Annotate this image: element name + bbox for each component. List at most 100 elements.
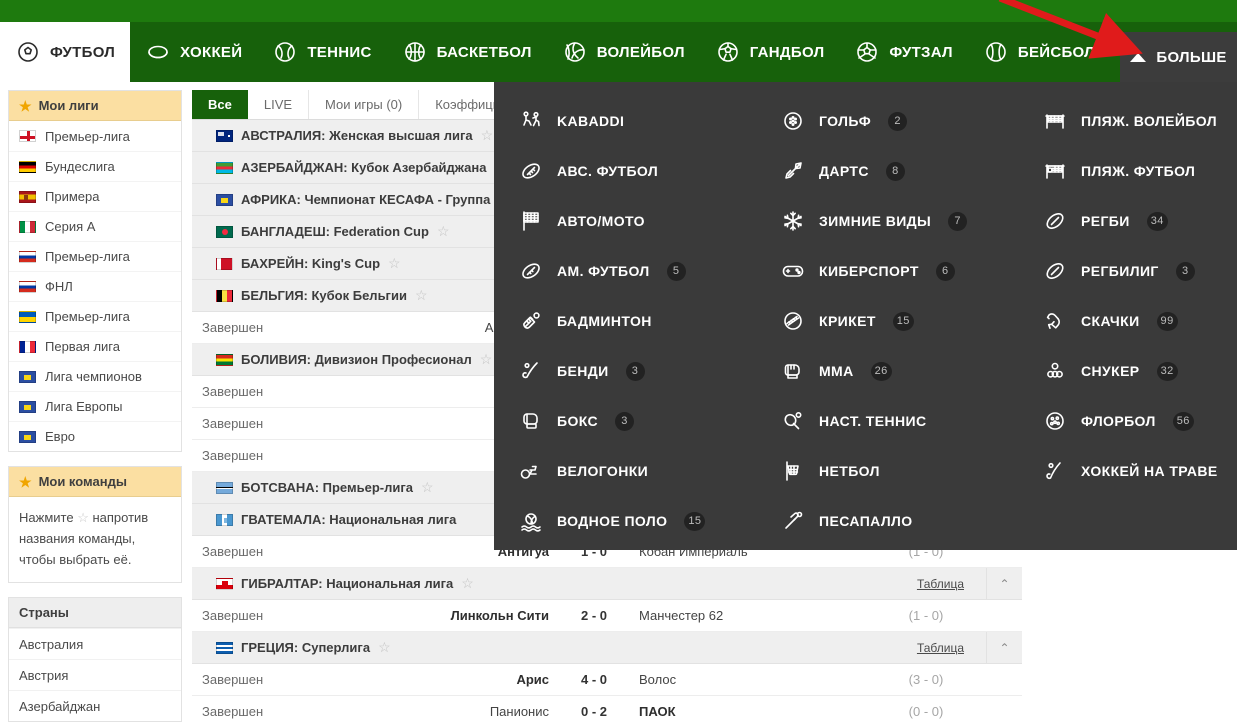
favorite-star-icon[interactable]: ☆ [421, 479, 434, 496]
dropdown-item-бадминтон[interactable]: БАДМИНТОН [518, 296, 756, 346]
sidebar-league-item[interactable]: Евро [9, 421, 181, 451]
dropdown-item-флорбол[interactable]: ФЛОРБОЛ 56 [1042, 396, 1237, 446]
nav-item-4[interactable]: БАСКЕТБОЛ [387, 22, 547, 82]
my-leagues-panel: ★ Мои лиги Премьер-лига Бундеслига Примера… [8, 90, 182, 452]
sidebar-league-item[interactable]: Лига чемпионов [9, 361, 181, 391]
sidebar-league-item[interactable]: Примера [9, 181, 181, 211]
match-row[interactable]: Завершен Линкольн Сити 2 - 0 Манчестер 62 (1… [192, 600, 1022, 632]
flag-icon [19, 190, 36, 203]
match-row[interactable]: Завершен Арис 4 - 0 Волос (3 - 0) [192, 664, 1022, 696]
match-score: 2 - 0 [580, 608, 607, 623]
home-team: Панионис [489, 704, 549, 719]
league-header[interactable]: ГИБРАЛТАР: Национальная лига ☆ Таблица ⌃ [192, 567, 1022, 600]
dropdown-item-песапалло[interactable]: ПЕСАПАЛЛО [780, 496, 1018, 546]
dropdown-item-дартс[interactable]: ДАРТС 8 [780, 146, 1018, 196]
dropdown-item-водное-поло[interactable]: ВОДНОЕ ПОЛО 15 [518, 496, 756, 546]
league-name: БОЛИВИЯ: Дивизион Професионал [241, 352, 472, 367]
tab-2[interactable]: LIVE [248, 90, 310, 119]
nav-item-6[interactable]: ГАНДБОЛ [700, 22, 840, 82]
sidebar-league-item[interactable]: Премьер-лига [9, 301, 181, 331]
table-tennis-icon [780, 408, 806, 434]
dropdown-item-регби[interactable]: РЕГБИ 34 [1042, 196, 1237, 246]
dropdown-item-бенди[interactable]: БЕНДИ 3 [518, 346, 756, 396]
favorite-star-icon[interactable]: ☆ [461, 575, 474, 592]
dropdown-item-скачки[interactable]: СКАЧКИ 99 [1042, 296, 1237, 346]
tab-3[interactable]: Мои игры (0) [309, 90, 420, 119]
dropdown-item-зимние-виды[interactable]: ЗИМНИЕ ВИДЫ 7 [780, 196, 1018, 246]
dropdown-item-крикет[interactable]: КРИКЕТ 15 [780, 296, 1018, 346]
sidebar-league-label: Примера [45, 189, 100, 204]
favorite-star-icon[interactable]: ☆ [378, 639, 391, 656]
tab-label: Все [208, 97, 232, 112]
dropdown-item-пляж-волейбол[interactable]: ПЛЯЖ. ВОЛЕЙБОЛ [1042, 96, 1237, 146]
flag-icon [216, 353, 233, 366]
dropdown-item-велогонки[interactable]: ВЕЛОГОНКИ [518, 446, 756, 496]
sidebar-league-item[interactable]: Первая лига [9, 331, 181, 361]
match-status: Завершен [202, 448, 264, 463]
match-status: Завершен [202, 704, 264, 719]
dropdown-item-снукер[interactable]: СНУКЕР 32 [1042, 346, 1237, 396]
league-name: БАХРЕЙН: King's Cup [241, 256, 381, 271]
rugby-ball-icon [1042, 208, 1068, 234]
dropdown-item-нетбол[interactable]: НЕТБОЛ [780, 446, 1018, 496]
sidebar-league-item[interactable]: Лига Европы [9, 391, 181, 421]
dropdown-item-kabaddi[interactable]: KABADDI [518, 96, 756, 146]
snowflake-icon [780, 208, 806, 234]
sidebar-league-item[interactable]: Премьер-лига [9, 121, 181, 151]
dropdown-item-авто-мото[interactable]: АВТО/МОТО [518, 196, 756, 246]
dropdown-item-наст-теннис[interactable]: НАСТ. ТЕННИС [780, 396, 1018, 446]
dropdown-column-3: ПЛЯЖ. ВОЛЕЙБОЛ ПЛЯЖ. ФУТБОЛ РЕГБИ 34 РЕГБИЛИ… [1018, 96, 1237, 550]
dropdown-item-бокс[interactable]: БОКС 3 [518, 396, 756, 446]
collapse-toggle[interactable]: ⌃ [986, 567, 1022, 600]
dropdown-item-хоккей-на-траве[interactable]: ХОККЕЙ НА ТРАВЕ [1042, 446, 1237, 496]
cricket-ball-icon [780, 308, 806, 334]
favorite-star-icon[interactable]: ☆ [480, 351, 493, 368]
flag-icon [19, 430, 36, 443]
my-teams-panel: ★ Мои команды Нажмите ☆ напротив названи… [8, 466, 182, 583]
sidebar-league-item[interactable]: Серия А [9, 211, 181, 241]
league-name: БАНГЛАДЕШ: Federation Cup [241, 224, 429, 239]
dropdown-item-регбилиг[interactable]: РЕГБИЛИГ 3 [1042, 246, 1237, 296]
nav-item-2[interactable]: ХОККЕЙ [130, 22, 257, 82]
dropdown-item-label: ВЕЛОГОНКИ [557, 463, 649, 479]
nav-item-1[interactable]: ФУТБОЛ [0, 22, 131, 82]
match-status: Завершен [202, 320, 264, 335]
favorite-star-icon[interactable]: ☆ [415, 287, 428, 304]
league-header[interactable]: ГРЕЦИЯ: Суперлига ☆ Таблица ⌃ [192, 631, 1022, 664]
dropdown-item-label: БОКС [557, 413, 599, 429]
dropdown-item-ам-футбол[interactable]: АМ. ФУТБОЛ 5 [518, 246, 756, 296]
nav-item-7[interactable]: ФУТЗАЛ [839, 22, 967, 82]
dropdown-item-мма[interactable]: ММА 26 [780, 346, 1018, 396]
standings-link[interactable]: Таблица [917, 641, 978, 655]
collapse-toggle[interactable]: ⌃ [986, 631, 1022, 664]
dropdown-item-гольф[interactable]: ГОЛЬФ 2 [780, 96, 1018, 146]
dropdown-item-киберспорт[interactable]: КИБЕРСПОРТ 6 [780, 246, 1018, 296]
nav-item-8[interactable]: БЕЙСБОЛ [968, 22, 1110, 82]
beach-soccer-goal-icon [1042, 158, 1068, 184]
nav-item-5[interactable]: ВОЛЕЙБОЛ [547, 22, 700, 82]
favorite-star-icon[interactable]: ☆ [437, 223, 450, 240]
tab-1[interactable]: Все [192, 90, 248, 119]
nav-item-3[interactable]: ТЕННИС [257, 22, 386, 82]
dropdown-item-badge: 3 [1175, 261, 1195, 281]
sidebar-league-item[interactable]: Премьер-лига [9, 241, 181, 271]
dropdown-item-пляж-футбол[interactable]: ПЛЯЖ. ФУТБОЛ [1042, 146, 1237, 196]
favorite-star-icon[interactable]: ☆ [481, 127, 494, 144]
standings-link[interactable]: Таблица [917, 577, 978, 591]
sidebar-country-item[interactable]: Австралия [9, 628, 181, 659]
flag-icon [216, 129, 233, 142]
dropdown-item-авс-футбол[interactable]: АВС. ФУТБОЛ [518, 146, 756, 196]
match-row[interactable]: Завершен Панионис 0 - 2 ПАОК (0 - 0) [192, 696, 1022, 726]
more-sports-dropdown: KABADDI АВС. ФУТБОЛ АВТО/МОТО АМ. ФУТБОЛ 5 БА… [494, 82, 1237, 550]
shuttlecock-icon [518, 308, 544, 334]
dropdown-item-label: СНУКЕР [1081, 363, 1140, 379]
more-sports-button[interactable]: БОЛЬШЕ [1120, 32, 1237, 82]
sidebar-country-item[interactable]: Азербайджан [9, 690, 181, 721]
sidebar-country-item[interactable]: Австрия [9, 659, 181, 690]
flag-icon [216, 289, 233, 302]
dropdown-item-label: KABADDI [557, 113, 625, 129]
sidebar-league-item[interactable]: ФНЛ [9, 271, 181, 301]
flag-icon [19, 220, 36, 233]
favorite-star-icon[interactable]: ☆ [388, 255, 401, 272]
sidebar-league-item[interactable]: Бундеслига [9, 151, 181, 181]
